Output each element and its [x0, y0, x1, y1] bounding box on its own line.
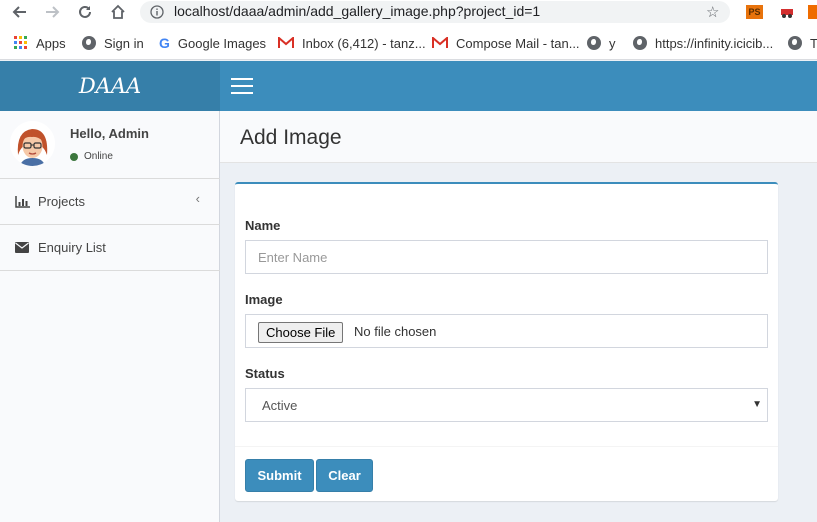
bookmark-label: y — [609, 35, 616, 51]
bookmark-label: Sign in — [104, 35, 144, 51]
gmail-icon — [278, 37, 294, 49]
orange-extension-icon[interactable] — [808, 5, 817, 19]
globe-icon — [587, 36, 601, 50]
bookmark-inbox[interactable]: Inbox (6,412) - tanz... — [278, 34, 426, 52]
sidebar-divider — [0, 270, 220, 271]
bookmark-label: https://infinity.icicib... — [655, 35, 774, 51]
add-image-form-box: Name Image Choose File No file chosen St… — [235, 182, 778, 501]
address-bar[interactable]: localhost/daaa/admin/add_gallery_image.p… — [140, 1, 730, 23]
online-status: Online — [70, 151, 113, 162]
bookmark-t[interactable]: T — [788, 34, 817, 52]
envelope-icon — [15, 242, 30, 253]
bookmark-apps[interactable]: Apps — [14, 34, 66, 52]
bookmark-label: Inbox (6,412) - tanz... — [302, 35, 426, 51]
status-dot-icon — [70, 152, 78, 161]
status-text: Online — [84, 151, 113, 162]
apps-grid-icon — [14, 36, 28, 50]
bar-chart-icon — [15, 195, 30, 208]
submit-button[interactable]: Submit — [245, 459, 314, 492]
red-extension-icon[interactable] — [780, 5, 794, 19]
gmail-icon — [432, 37, 448, 49]
sidebar-item-label: Enquiry List — [38, 240, 106, 255]
bookmark-sign-in[interactable]: Sign in — [82, 34, 144, 52]
no-file-text: No file chosen — [354, 324, 437, 339]
main-header: DAAA — [0, 61, 817, 111]
status-select[interactable]: Active ▼ — [245, 388, 768, 422]
sidebar-item-enquiry-list[interactable]: Enquiry List — [0, 224, 220, 270]
image-file-field: Choose File No file chosen — [245, 314, 768, 348]
url-text: localhost/daaa/admin/add_gallery_image.p… — [174, 3, 541, 19]
image-label: Image — [245, 292, 283, 307]
sidebar-item-label: Projects — [38, 194, 85, 209]
bookmark-label: Compose Mail - tan... — [456, 35, 580, 51]
bookmark-star-icon[interactable]: ☆ — [706, 3, 719, 21]
name-field-wrapper — [245, 240, 768, 274]
globe-icon — [633, 36, 647, 50]
avatar — [10, 121, 55, 166]
bookmark-compose-mail[interactable]: Compose Mail - tan... — [432, 34, 580, 52]
status-label: Status — [245, 366, 285, 381]
content-header: Add Image — [220, 111, 817, 163]
globe-icon — [788, 36, 802, 50]
bookmark-infinity[interactable]: https://infinity.icicib... — [633, 34, 773, 52]
home-icon[interactable] — [108, 2, 128, 22]
reload-icon[interactable] — [75, 2, 95, 22]
bookmarks-bar: Apps Sign in G Google Images Inbox (6,41… — [0, 26, 817, 60]
logo[interactable]: DAAA — [0, 61, 220, 111]
page-title: Add Image — [240, 126, 342, 149]
name-label: Name — [245, 218, 281, 233]
ps-extension-icon[interactable]: PS — [746, 5, 763, 19]
choose-file-button[interactable]: Choose File — [258, 322, 344, 343]
user-panel: Hello, Admin Online — [0, 111, 220, 178]
form-footer: Submit Clear — [235, 446, 778, 501]
bookmark-label: Google Images — [177, 35, 267, 51]
bookmark-label: Apps — [36, 35, 66, 51]
info-icon[interactable] — [150, 5, 164, 24]
user-greeting: Hello, Admin — [70, 126, 149, 141]
status-selected-value: Active — [262, 398, 298, 413]
clear-button[interactable]: Clear — [316, 459, 373, 492]
bookmark-google-images[interactable]: G Google Images — [159, 34, 266, 52]
chevron-left-icon[interactable]: ‹ — [196, 191, 200, 206]
name-input[interactable] — [246, 241, 767, 273]
bookmark-label: T — [810, 35, 817, 51]
browser-toolbar: localhost/daaa/admin/add_gallery_image.p… — [0, 0, 817, 26]
bookmark-y[interactable]: y — [587, 34, 616, 52]
sidebar: Hello, Admin Online Projects ‹ Enquiry L… — [0, 111, 220, 522]
sidebar-toggle-icon[interactable] — [231, 78, 253, 94]
back-arrow-icon[interactable] — [10, 2, 30, 22]
globe-icon — [82, 36, 96, 50]
forward-arrow-icon[interactable] — [42, 2, 62, 22]
sidebar-item-projects[interactable]: Projects ‹ — [0, 178, 220, 224]
dropdown-arrow-icon: ▼ — [752, 399, 762, 410]
google-icon: G — [159, 35, 170, 51]
